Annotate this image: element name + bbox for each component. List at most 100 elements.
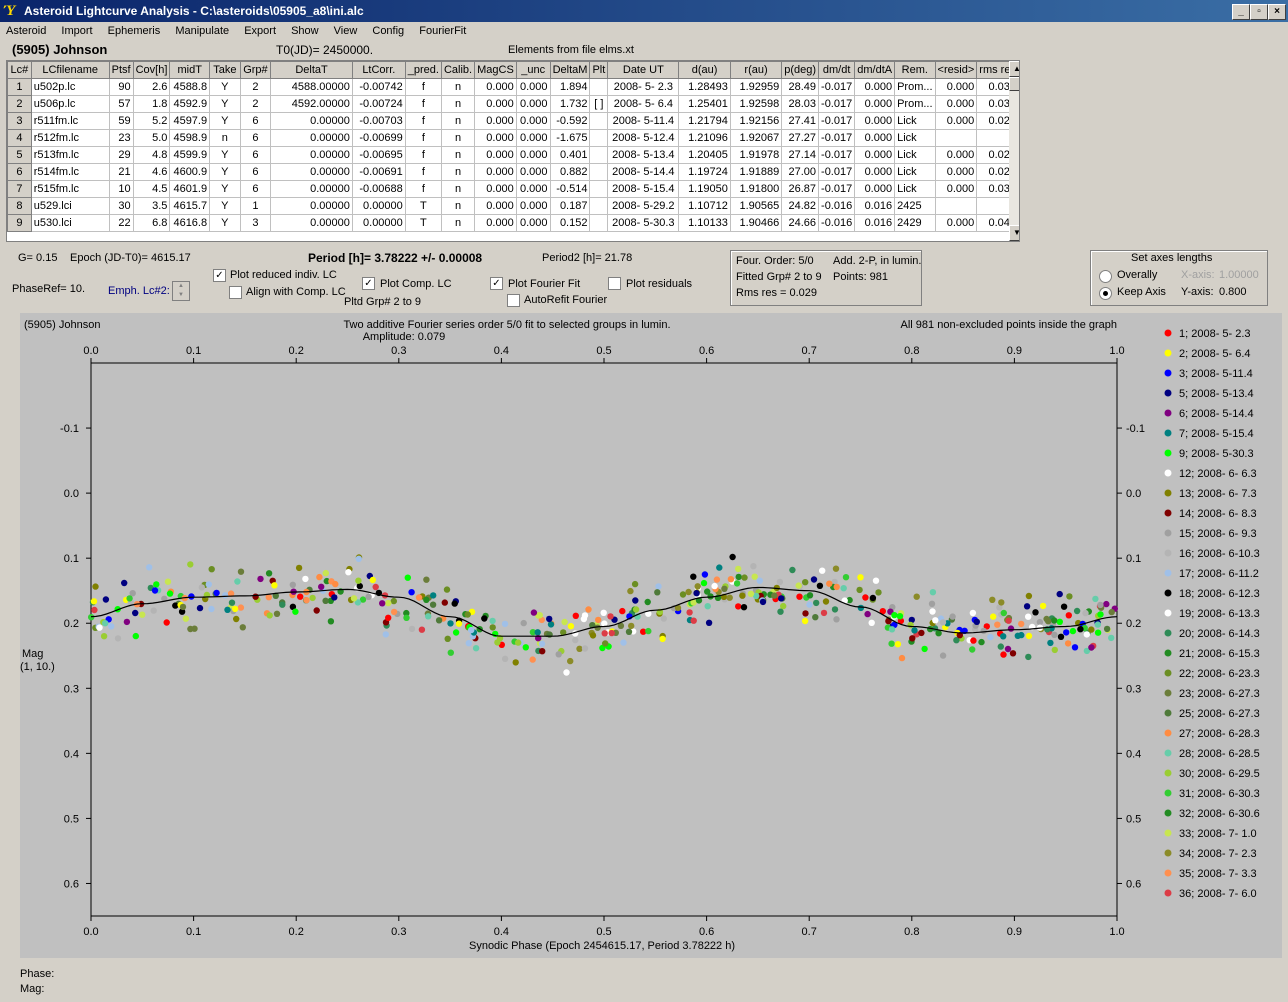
table-cell[interactable]: n (440, 146, 476, 164)
lightcurve-plot[interactable]: (5905) Johnson Two additive Fourier seri… (20, 313, 1282, 958)
table-cell[interactable]: 0.000 (474, 78, 517, 96)
table-cell[interactable]: 0.000 (515, 78, 551, 96)
column-header[interactable]: LCfilename (30, 61, 110, 79)
table-cell[interactable]: 0.000 (474, 95, 517, 113)
table-cell[interactable]: 0.000 (934, 163, 978, 181)
table-cell[interactable]: n (440, 197, 476, 215)
table-cell[interactable]: 1.92959 (729, 78, 783, 96)
table-cell[interactable]: 5.0 (132, 129, 171, 147)
table-cell[interactable]: -1.675 (549, 129, 591, 147)
table-cell[interactable]: r515fm.lc (30, 180, 110, 198)
table-cell[interactable]: 0.401 (549, 146, 591, 164)
table-cell[interactable]: 27.14 (781, 146, 820, 164)
table-cell[interactable]: 0.000 (854, 78, 896, 96)
table-cell[interactable]: 2008- 5- 2.3 (607, 78, 680, 96)
autorefit-checkbox[interactable] (507, 294, 520, 307)
table-row[interactable]: 5 r513fm.lc 29 4.8 4599.9 Y 6 0.00000 -0.00695 f n… (7, 146, 1019, 164)
table-cell[interactable]: f (404, 180, 442, 198)
table-cell[interactable]: 1.92067 (729, 129, 783, 147)
table-scrollbar[interactable]: ▲ ▼ (1009, 61, 1019, 241)
table-cell[interactable]: Lick (894, 112, 936, 130)
table-cell[interactable]: 1.10712 (678, 197, 731, 215)
table-cell[interactable]: 2008- 5- 6.4 (607, 95, 680, 113)
table-cell[interactable]: 2008- 5-15.4 (607, 180, 680, 198)
table-cell[interactable]: 4600.9 (169, 163, 211, 181)
table-cell[interactable]: 0.000 (854, 146, 896, 164)
table-cell[interactable]: 0.000 (474, 197, 517, 215)
table-cell[interactable]: Prom... (894, 78, 936, 96)
table-cell[interactable]: 4601.9 (169, 180, 211, 198)
table-cell[interactable]: 2 (7, 95, 32, 113)
table-cell[interactable]: 0.000 (474, 129, 517, 147)
table-cell[interactable]: 2.6 (132, 78, 171, 96)
table-cell[interactable]: [ ] (589, 95, 609, 113)
table-cell[interactable]: 28.03 (781, 95, 820, 113)
table-cell[interactable]: 1.21794 (678, 112, 731, 130)
menu-ephemeris[interactable]: Ephemeris (102, 23, 167, 39)
table-cell[interactable]: n (440, 163, 476, 181)
table-cell[interactable]: 9 (7, 214, 32, 232)
table-cell[interactable]: T (404, 197, 442, 215)
table-cell[interactable]: 2008- 5-11.4 (607, 112, 680, 130)
table-cell[interactable]: 0.000 (515, 180, 551, 198)
table-cell[interactable]: Y (209, 163, 241, 181)
table-cell[interactable]: 6 (239, 112, 272, 130)
table-cell[interactable]: 6.8 (132, 214, 171, 232)
table-cell[interactable]: 24.66 (781, 214, 820, 232)
maximize-button[interactable]: ▫ (1250, 4, 1268, 20)
table-row[interactable]: 1 u502p.lc 90 2.6 4588.8 Y 2 4588.00000 -0.00742… (7, 78, 1019, 96)
table-cell[interactable]: u530.lci (30, 214, 110, 232)
menu-manipulate[interactable]: Manipulate (169, 23, 235, 39)
column-header[interactable]: r(au) (729, 61, 783, 79)
table-cell[interactable] (589, 214, 609, 232)
table-cell[interactable]: 1.25401 (678, 95, 731, 113)
table-cell[interactable] (589, 163, 609, 181)
column-header[interactable]: p(deg) (781, 61, 820, 79)
table-cell[interactable]: Lick (894, 163, 936, 181)
table-cell[interactable]: u529.lci (30, 197, 110, 215)
table-cell[interactable]: -0.00703 (351, 112, 406, 130)
table-cell[interactable]: 3 (239, 214, 272, 232)
table-cell[interactable]: 1.91800 (729, 180, 783, 198)
table-cell[interactable]: 0.00000 (270, 112, 353, 130)
table-cell[interactable]: 0.000 (854, 129, 896, 147)
table-cell[interactable] (589, 146, 609, 164)
column-header[interactable]: Cov[h] (132, 61, 171, 79)
spin-down-icon[interactable]: ▼ (173, 291, 189, 300)
table-cell[interactable]: f (404, 78, 442, 96)
table-cell[interactable]: -0.00699 (351, 129, 406, 147)
table-cell[interactable]: 57 (108, 95, 134, 113)
spin-up-icon[interactable]: ▲ (173, 282, 189, 291)
table-cell[interactable]: 0.000 (515, 112, 551, 130)
table-cell[interactable]: 0.000 (934, 214, 978, 232)
table-cell[interactable]: 5 (7, 146, 32, 164)
table-cell[interactable]: Lick (894, 180, 936, 198)
table-cell[interactable]: n (440, 112, 476, 130)
column-header[interactable]: Ptsf (108, 61, 134, 79)
table-row[interactable]: 6 r514fm.lc 21 4.6 4600.9 Y 6 0.00000 -0.00691 f n… (7, 163, 1019, 181)
table-cell[interactable]: 0.016 (854, 214, 896, 232)
table-cell[interactable]: 27.27 (781, 129, 820, 147)
table-cell[interactable]: -0.017 (818, 95, 856, 113)
table-cell[interactable]: 2008- 5-14.4 (607, 163, 680, 181)
table-cell[interactable]: 5.2 (132, 112, 171, 130)
table-cell[interactable]: Y (209, 180, 241, 198)
table-cell[interactable]: 0.000 (515, 163, 551, 181)
plot-reduced-checkbox[interactable]: ✓ (213, 269, 226, 282)
table-cell[interactable]: 4 (7, 129, 32, 147)
table-cell[interactable]: 1.21096 (678, 129, 731, 147)
table-cell[interactable]: -0.00695 (351, 146, 406, 164)
table-cell[interactable]: 4615.7 (169, 197, 211, 215)
table-cell[interactable]: f (404, 95, 442, 113)
table-cell[interactable]: -0.00691 (351, 163, 406, 181)
table-cell[interactable]: Y (209, 78, 241, 96)
table-cell[interactable]: 0.00000 (351, 197, 406, 215)
table-cell[interactable]: 59 (108, 112, 134, 130)
table-cell[interactable]: n (440, 78, 476, 96)
table-cell[interactable]: 1.91978 (729, 146, 783, 164)
menu-asteroid[interactable]: Asteroid (0, 23, 52, 39)
table-cell[interactable]: u506p.lc (30, 95, 110, 113)
table-cell[interactable]: 7 (7, 180, 32, 198)
column-header[interactable]: DeltaM (549, 61, 591, 79)
column-header[interactable]: Take (209, 61, 241, 79)
